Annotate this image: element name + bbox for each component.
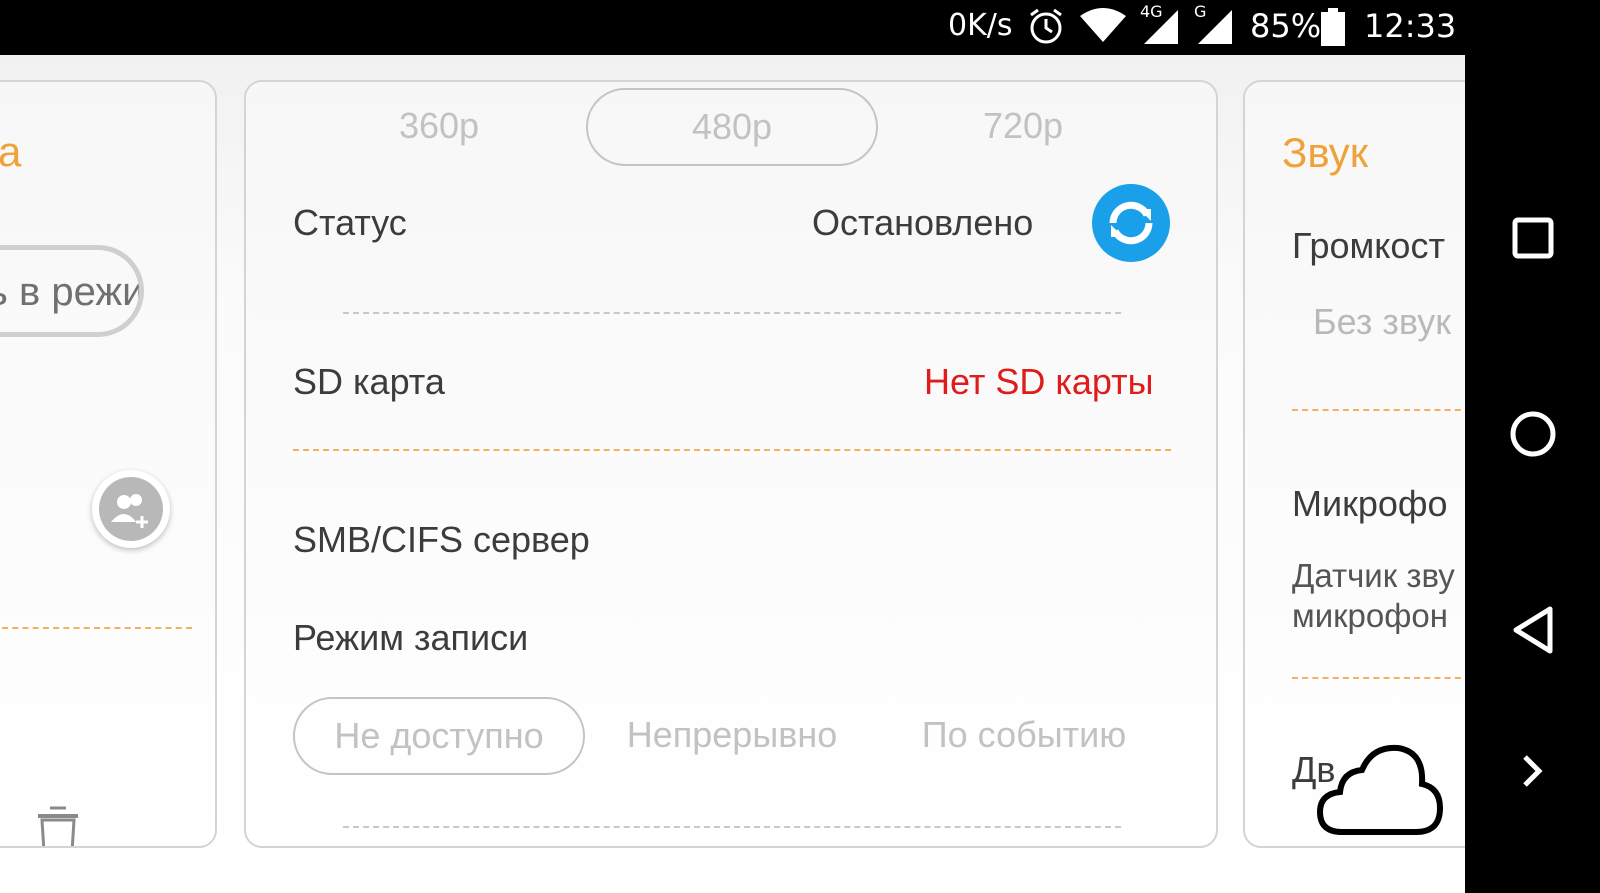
status-value: Остановлено	[812, 202, 1034, 243]
battery-percent: 85%	[1250, 7, 1322, 45]
sound-settings-card: Звук Громкост Без звук Микрофо Датчик зв…	[1243, 80, 1465, 848]
signal-4g-label: 4G	[1140, 2, 1163, 21]
resolution-360p[interactable]: 360p	[294, 90, 584, 162]
home-circle-icon[interactable]	[1465, 379, 1600, 489]
left-settings-card: а ь в режи	[0, 80, 217, 848]
chevron-right-icon[interactable]	[1465, 716, 1600, 826]
microphone-label: Микрофо	[1292, 483, 1448, 524]
sd-card-value: Нет SD карты	[924, 361, 1154, 402]
record-mode-label: Режим записи	[293, 617, 529, 658]
record-mode-unavailable[interactable]: Не доступно	[293, 697, 585, 775]
status-label: Статус	[293, 202, 407, 243]
alarm-clock-icon	[1026, 6, 1066, 55]
settings-carousel[interactable]: а ь в режи 360p 480p 720p Статус Останов…	[0, 55, 1465, 893]
mode-button[interactable]: ь в режи	[0, 245, 144, 337]
sd-divider	[293, 449, 1171, 451]
status-bar: 0K/s 4G G 85% 12:33	[0, 0, 1465, 55]
battery-icon	[1320, 8, 1346, 55]
refresh-icon[interactable]	[1092, 184, 1170, 262]
record-mode-event[interactable]: По событию	[878, 699, 1170, 771]
volume-label: Громкост	[1292, 225, 1445, 266]
left-divider	[2, 627, 192, 629]
clock-time: 12:33	[1364, 7, 1457, 45]
wifi-icon	[1080, 8, 1126, 53]
recents-square-icon[interactable]	[1465, 183, 1600, 293]
microphone-desc-line2: микрофон	[1292, 597, 1448, 634]
nav-bar	[1465, 0, 1600, 893]
left-card-title: а	[0, 128, 22, 175]
microphone-divider	[1292, 677, 1465, 679]
resolution-480p[interactable]: 480p	[586, 88, 878, 166]
cloud-icon[interactable]	[1316, 742, 1444, 843]
recording-settings-card: 360p 480p 720p Статус Остановлено SD кар…	[244, 80, 1218, 848]
sd-card-label: SD карта	[293, 361, 445, 402]
net-speed: 0K/s	[948, 8, 1013, 43]
back-triangle-icon[interactable]	[1465, 575, 1600, 685]
microphone-desc-line1: Датчик зву	[1292, 557, 1455, 594]
add-user-icon[interactable]	[92, 470, 170, 548]
mode-button-label: ь в режи	[0, 270, 144, 314]
volume-value[interactable]: Без звук	[1313, 301, 1451, 343]
signal-g-label: G	[1194, 2, 1207, 21]
resolution-720p[interactable]: 720p	[878, 90, 1168, 162]
trash-icon[interactable]	[34, 804, 82, 846]
status-divider	[343, 312, 1121, 314]
record-mode-continuous[interactable]: Непрерывно	[586, 699, 878, 771]
sound-card-title: Звук	[1282, 129, 1369, 176]
volume-divider	[1292, 409, 1465, 411]
record-mode-divider	[343, 826, 1121, 828]
smb-server-label[interactable]: SMB/CIFS сервер	[293, 519, 590, 561]
